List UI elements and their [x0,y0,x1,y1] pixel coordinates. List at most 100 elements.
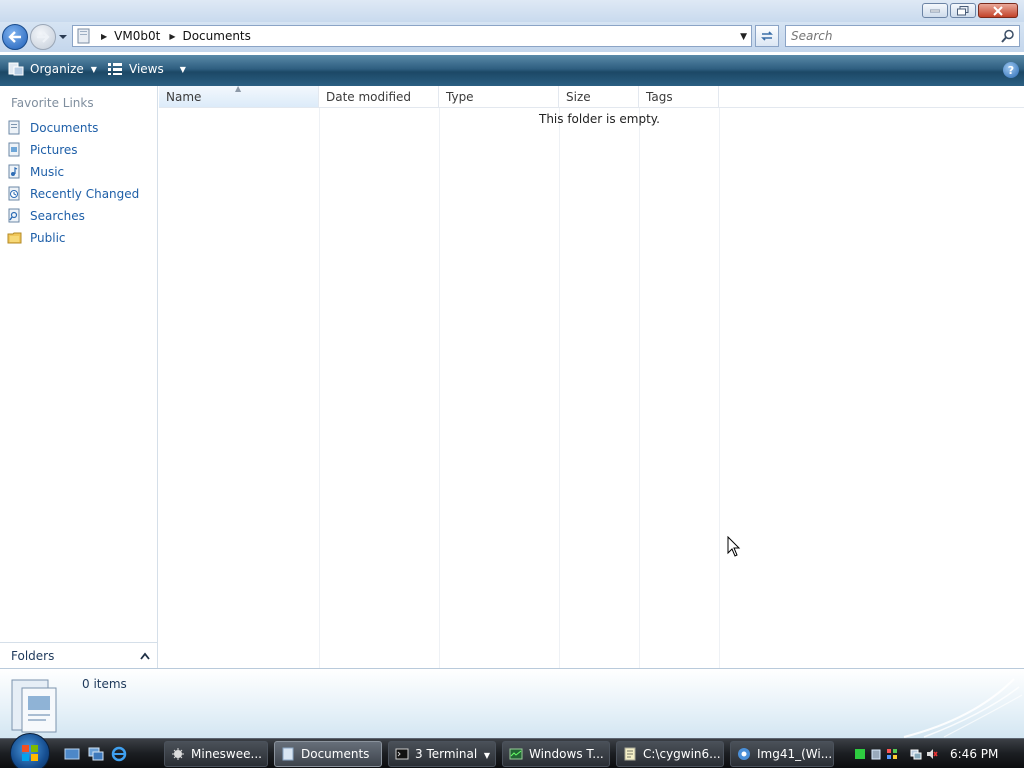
taskbar-item-minesweeper[interactable]: Mineswee... [164,741,268,767]
documents-folder-icon [77,28,90,44]
views-icon [108,63,122,75]
favorite-link-label: Searches [30,208,85,223]
column-header-date-modified[interactable]: Date modified [319,86,439,108]
favorite-link-label: Documents [30,120,99,135]
item-count: 0 items [82,677,127,691]
favorite-links-heading: Favorite Links [11,96,94,110]
chevron-down-icon: ▼ [179,64,186,74]
switch-windows-icon[interactable] [88,746,104,762]
terminal-icon [395,748,409,760]
documents-folder-large-icon [11,679,57,733]
address-row: ▶ VM0b0t ▶ Documents ▼ [0,22,1024,52]
chevron-up-icon [140,652,150,660]
pictures-icon [8,142,20,157]
refresh-icon [761,31,773,41]
volume-muted-icon[interactable] [926,748,938,760]
favorite-link-documents[interactable]: Documents [7,120,98,135]
taskbar-item-notepad[interactable]: C:\cygwin6... [616,741,724,767]
chrome-icon [738,748,750,760]
favorite-link-label: Recently Changed [30,186,140,201]
command-bar: Organize ▼ Views ▼ ? [0,55,1024,86]
taskbar-item-task-manager[interactable]: Windows T... [502,741,610,767]
windows-logo-icon [22,745,38,761]
column-header-label: Name [166,90,202,104]
notepad-icon [624,747,636,761]
decorative-swoosh [903,678,1023,738]
column-divider [559,108,560,668]
mouse-cursor-icon [727,536,741,557]
column-header-tags[interactable]: Tags [639,86,719,108]
favorite-link-pictures[interactable]: Pictures [7,142,78,157]
restore-icon [957,5,969,15]
close-icon [993,5,1003,16]
minimize-button[interactable] [922,3,948,18]
help-button[interactable]: ? [1003,62,1019,78]
breadcrumb-documents[interactable]: Documents [182,29,250,43]
breadcrumb-user[interactable]: VM0b0t [114,29,160,43]
navigation-pane: Favorite Links Documents Pictures Music … [0,86,158,668]
column-divider [639,108,640,668]
column-header-label: Date modified [326,90,412,104]
title-bar [0,0,1024,22]
favorite-link-label: Pictures [30,142,78,157]
network-icon[interactable] [910,748,922,760]
column-header-size[interactable]: Size [559,86,639,108]
folders-toggle[interactable]: Folders [0,642,158,668]
address-dropdown-icon[interactable]: ▼ [740,32,747,42]
favorite-link-music[interactable]: Music [7,164,64,179]
favorite-link-label: Public [30,230,66,245]
favorite-link-label: Music [30,164,65,179]
search-icon[interactable] [1001,29,1015,43]
views-button[interactable]: Views ▼ [107,62,186,76]
refresh-button[interactable] [755,25,779,47]
close-button[interactable] [978,3,1018,18]
start-button[interactable] [10,733,50,768]
column-header-label: Size [566,90,591,104]
file-list: ▲ Name Date modified Type Size Tags This… [159,84,1024,668]
column-header-type[interactable]: Type [439,86,559,108]
back-button[interactable] [2,24,28,50]
minesweeper-icon [172,748,184,760]
favorite-link-recently-changed[interactable]: Recently Changed [7,186,139,201]
music-icon [8,164,20,179]
chevron-down-icon: ▼ [483,751,490,760]
column-header-filler [719,86,1024,108]
back-arrow-icon [8,31,21,43]
breadcrumb-separator-icon[interactable]: ▶ [169,32,175,41]
taskbar-item-chrome[interactable]: Img41_(Wi... [730,741,834,767]
column-divider [719,108,720,668]
taskbar-item-terminal[interactable]: 3 Terminal ▼ [388,741,496,767]
recent-pages-dropdown[interactable] [58,32,68,42]
breadcrumb-separator-icon[interactable]: ▶ [101,32,107,41]
windows-defender-icon[interactable] [886,748,898,760]
forward-button[interactable] [30,24,56,50]
sort-ascending-icon: ▲ [235,84,242,93]
task-manager-icon [509,748,523,760]
empty-folder-message: This folder is empty. [539,112,660,126]
column-header-label: Type [446,90,474,104]
organize-label: Organize [30,62,84,76]
taskbar-item-label: Windows T... [529,747,604,761]
documents-icon [8,120,20,135]
explorer-icon [282,747,294,761]
search-input[interactable] [786,26,986,46]
taskbar-item-label: C:\cygwin6... [643,747,721,761]
taskbar-item-documents[interactable]: Documents [274,741,382,767]
safely-remove-icon[interactable] [870,748,882,760]
organize-button[interactable]: Organize ▼ [8,62,97,76]
favorite-link-public[interactable]: Public [7,230,66,245]
maximize-button[interactable] [950,3,976,18]
column-header-name[interactable]: ▲ Name [159,84,319,108]
public-folder-icon [7,232,22,244]
column-header-label: Tags [646,90,673,104]
search-box [785,25,1020,47]
favorite-link-searches[interactable]: Searches [7,208,85,223]
taskbar-item-label: Img41_(Wi... [757,747,833,761]
network-activity-icon[interactable] [854,748,866,760]
internet-explorer-icon[interactable] [111,746,127,762]
address-bar[interactable]: ▶ VM0b0t ▶ Documents ▼ [72,25,752,47]
searches-icon [8,208,20,223]
show-desktop-icon[interactable] [64,746,80,762]
forward-arrow-icon [37,31,50,43]
clock[interactable]: 6:46 PM [950,747,998,761]
